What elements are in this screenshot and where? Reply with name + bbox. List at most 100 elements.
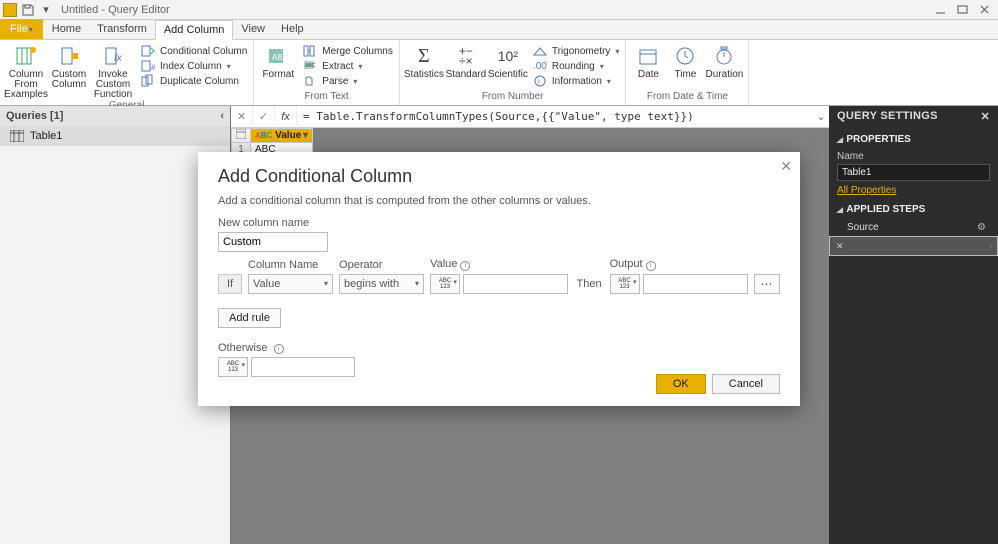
- column-from-examples-icon: [14, 44, 38, 68]
- ok-button[interactable]: OK: [656, 374, 706, 394]
- trigonometry-button[interactable]: Trigonometry▾: [530, 44, 622, 58]
- formula-expand-icon[interactable]: ⌄: [813, 110, 829, 123]
- otherwise-input[interactable]: [251, 357, 355, 377]
- info-icon[interactable]: i: [646, 261, 656, 271]
- cancel-button[interactable]: Cancel: [712, 374, 780, 394]
- title-bar: ▾ Untitled - Query Editor: [0, 0, 998, 20]
- otherwise-type-select[interactable]: ABC123: [218, 357, 248, 377]
- formula-bar: ✕ ✓ fx = Table.TransformColumnTypes(Sour…: [231, 106, 829, 128]
- format-icon: ABC: [266, 44, 290, 68]
- extract-button[interactable]: ABCExtract▾: [300, 59, 395, 73]
- query-name-input[interactable]: [837, 164, 990, 181]
- column-from-examples-button[interactable]: Column From Examples: [4, 42, 48, 100]
- invoke-function-icon: fx: [101, 44, 125, 68]
- name-label: Name: [837, 151, 990, 162]
- add-conditional-column-dialog: ✕ Add Conditional Column Add a condition…: [198, 152, 800, 406]
- operator-select[interactable]: begins with: [339, 274, 424, 294]
- applied-steps-title[interactable]: APPLIED STEPS: [837, 200, 990, 219]
- query-settings-pane: QUERY SETTINGS ✕ PROPERTIES Name All Pro…: [829, 106, 998, 544]
- rule-menu-button[interactable]: ⋯: [754, 274, 780, 294]
- duplicate-column-button[interactable]: Duplicate Column: [138, 74, 249, 88]
- duration-icon: [712, 44, 736, 68]
- tab-view[interactable]: View: [233, 19, 273, 39]
- value-input[interactable]: [463, 274, 568, 294]
- clock-icon: [673, 44, 697, 68]
- trig-icon: [532, 43, 548, 59]
- new-column-name-input[interactable]: [218, 232, 328, 252]
- if-label: If: [218, 274, 242, 294]
- conditional-column-button[interactable]: Conditional Column: [138, 44, 249, 58]
- new-column-name-label: New column name: [218, 217, 780, 229]
- close-pane-icon[interactable]: ✕: [980, 110, 990, 123]
- maximize-button[interactable]: [951, 2, 973, 18]
- table-corner[interactable]: [232, 129, 251, 143]
- applied-step-changed-type[interactable]: ✕ Changed Type: [829, 236, 998, 256]
- formula-cancel-icon[interactable]: ✕: [231, 106, 253, 128]
- value-header: Valuei: [430, 258, 568, 271]
- ribbon-group-from-number: ΣStatistics +−÷×Standard 10²Scientific T…: [400, 40, 627, 105]
- output-type-select[interactable]: ABC123: [610, 274, 640, 294]
- dialog-close-icon[interactable]: ✕: [780, 158, 792, 175]
- rounding-button[interactable]: .00Rounding▾: [530, 59, 622, 73]
- standard-button[interactable]: +−÷×Standard: [446, 42, 486, 88]
- all-properties-link[interactable]: All Properties: [837, 185, 896, 196]
- queries-pane: Queries [1] ‹ Table1: [0, 106, 231, 544]
- tab-home[interactable]: Home: [44, 19, 89, 39]
- qat-dropdown-icon[interactable]: ▾: [37, 2, 55, 18]
- ribbon-group-from-text: ABC Format Merge Columns ABCExtract▾ Par…: [254, 40, 400, 105]
- properties-section-title[interactable]: PROPERTIES: [837, 130, 990, 149]
- tab-help[interactable]: Help: [273, 19, 312, 39]
- custom-column-button[interactable]: Custom Column: [50, 42, 88, 100]
- column-name-select[interactable]: Value: [248, 274, 333, 294]
- query-item-label: Table1: [30, 130, 62, 142]
- statistics-button[interactable]: ΣStatistics: [404, 42, 444, 88]
- parse-button[interactable]: Parse▾: [300, 74, 395, 88]
- info-icon[interactable]: i: [460, 261, 470, 271]
- merge-columns-button[interactable]: Merge Columns: [300, 44, 395, 58]
- scientific-button[interactable]: 10²Scientific: [488, 42, 528, 88]
- ribbon-tabs: File ▾ Home Transform Add Column View He…: [0, 20, 998, 40]
- format-button[interactable]: ABC Format: [258, 42, 298, 88]
- applied-step-source[interactable]: Source ⚙: [829, 219, 998, 236]
- sigma-icon: Σ: [412, 44, 436, 68]
- standard-icon: +−÷×: [454, 44, 478, 68]
- queries-header: Queries [1] ‹: [0, 106, 230, 126]
- window-title: Untitled - Query Editor: [61, 4, 170, 16]
- date-button[interactable]: Date: [630, 42, 666, 80]
- column-header-value[interactable]: ABC Value ▾: [251, 129, 313, 143]
- collapse-pane-icon[interactable]: ‹: [220, 110, 224, 122]
- file-tab[interactable]: File ▾: [0, 19, 43, 39]
- time-button[interactable]: Time: [668, 42, 702, 80]
- svg-text:ABC: ABC: [305, 63, 316, 69]
- index-column-icon: #: [140, 58, 156, 74]
- then-label: Then: [574, 274, 603, 294]
- invoke-function-button[interactable]: fx Invoke Custom Function: [90, 42, 136, 100]
- formula-input[interactable]: = Table.TransformColumnTypes(Source,{{"V…: [297, 106, 813, 127]
- settings-header: QUERY SETTINGS ✕: [829, 106, 998, 126]
- tab-add-column[interactable]: Add Column: [155, 20, 234, 40]
- save-icon[interactable]: [19, 2, 37, 18]
- information-button[interactable]: iInformation▾: [530, 74, 622, 88]
- custom-column-icon: [57, 44, 81, 68]
- gear-icon[interactable]: ⚙: [977, 222, 986, 233]
- delete-step-icon[interactable]: ✕: [836, 241, 844, 252]
- output-input[interactable]: [643, 274, 748, 294]
- formula-fx-icon[interactable]: fx: [275, 106, 297, 128]
- info-icon[interactable]: i: [274, 344, 284, 354]
- parse-icon: [302, 73, 318, 89]
- duration-button[interactable]: Duration: [704, 42, 744, 80]
- table-icon: [10, 130, 24, 142]
- close-button[interactable]: [973, 2, 995, 18]
- ribbon-group-from-date: Date Time Duration From Date & Time: [626, 40, 749, 105]
- formula-accept-icon[interactable]: ✓: [253, 106, 275, 128]
- scientific-icon: 10²: [496, 44, 520, 68]
- duplicate-column-icon: [140, 73, 156, 89]
- tab-transform[interactable]: Transform: [89, 19, 155, 39]
- minimize-button[interactable]: [929, 2, 951, 18]
- value-type-select[interactable]: ABC123: [430, 274, 460, 294]
- ribbon-group-general: Column From Examples Custom Column fx In…: [0, 40, 254, 105]
- index-column-button[interactable]: #Index Column▾: [138, 59, 249, 73]
- extract-icon: ABC: [302, 58, 318, 74]
- add-rule-button[interactable]: Add rule: [218, 308, 281, 328]
- query-item[interactable]: Table1: [0, 126, 230, 146]
